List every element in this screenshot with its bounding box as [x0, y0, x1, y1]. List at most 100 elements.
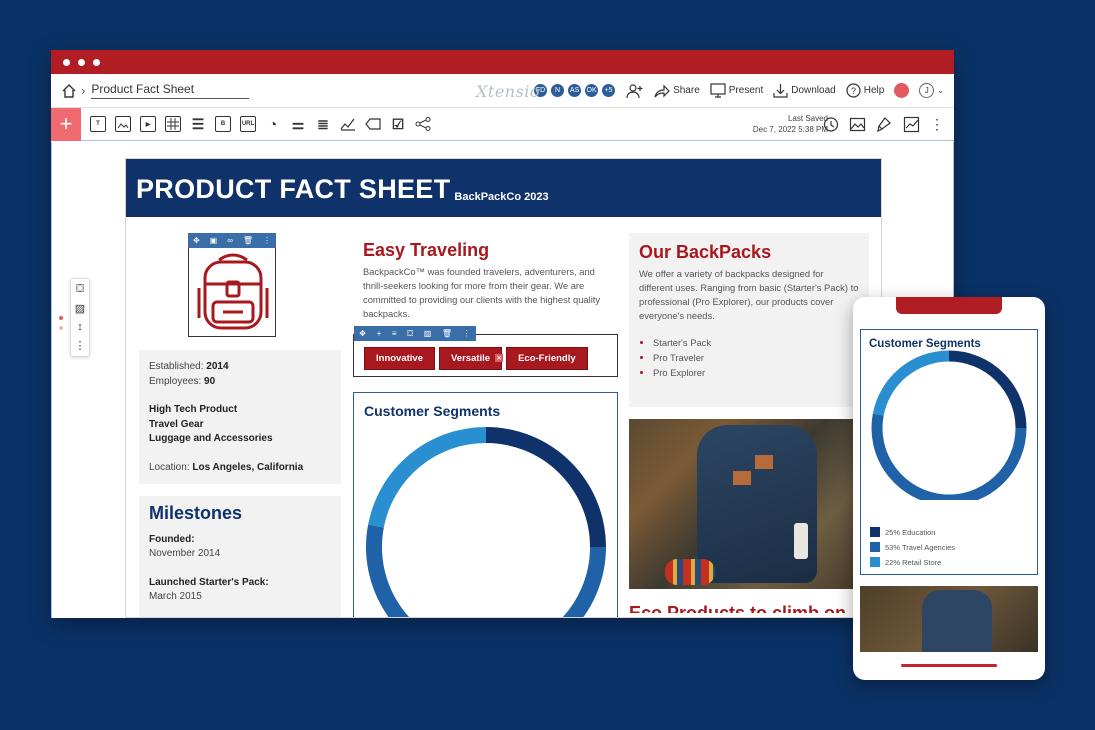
customer-segments-card[interactable]: Customer Segments: [353, 392, 618, 618]
chevron-down-icon: ⌄: [937, 86, 944, 95]
page-dot[interactable]: [59, 326, 63, 330]
established-value: 2014: [206, 361, 229, 372]
add-user-icon[interactable]: [626, 83, 644, 99]
company-info-box[interactable]: Established: 2014 Employees: 90 High Tec…: [139, 350, 341, 484]
tag-innovative[interactable]: Innovative: [364, 347, 435, 370]
bar-chart-block-icon[interactable]: ≣: [315, 116, 331, 132]
easy-traveling-title[interactable]: Easy Traveling: [363, 240, 618, 261]
tag-versatile[interactable]: Versatile ✕: [439, 347, 504, 370]
user-menu[interactable]: J ⌄: [919, 83, 944, 98]
paint-icon[interactable]: [876, 116, 893, 133]
line-chart-block-icon[interactable]: [340, 116, 356, 132]
segments-slice-travel-agencies[interactable]: [366, 524, 606, 618]
tag-block-icon[interactable]: [365, 116, 381, 132]
share-button[interactable]: Share: [654, 84, 700, 98]
notification-bell-icon[interactable]: [894, 83, 910, 98]
checklist-block-icon[interactable]: ☑: [390, 116, 406, 132]
add-icon[interactable]: +: [377, 329, 382, 338]
next-section-heading[interactable]: Eco Products to climb on: [629, 603, 869, 613]
url-block-icon[interactable]: URL: [240, 116, 256, 132]
milestone-label: Founded:: [149, 533, 195, 545]
backpacks-body: We offer a variety of backpacks designed…: [639, 268, 859, 321]
image-icon[interactable]: ▣: [210, 236, 218, 245]
analytics-icon[interactable]: [903, 116, 920, 133]
trash-icon[interactable]: 🗑: [442, 329, 452, 338]
backpack-photo[interactable]: [629, 419, 856, 589]
paint-bucket-icon[interactable]: ⛋: [76, 283, 84, 296]
category-item: High Tech Product: [149, 404, 238, 415]
category-item: Luggage and Accessories: [149, 433, 273, 444]
segments-slice-education[interactable]: [485, 427, 606, 548]
user-avatar: J: [919, 83, 935, 98]
window-dot[interactable]: [78, 58, 85, 66]
tag-eco-friendly[interactable]: Eco-Friendly: [506, 347, 588, 370]
more-options-icon[interactable]: ⋮: [930, 116, 944, 133]
diagram-block-icon[interactable]: [415, 116, 431, 132]
table-block-icon[interactable]: [165, 116, 181, 132]
move-icon[interactable]: ✥: [359, 329, 366, 338]
move-icon[interactable]: ✥: [193, 236, 200, 245]
mobile-customer-segments-card[interactable]: Customer Segments 25% Education 53% Trave…: [860, 329, 1038, 575]
remove-tag-icon[interactable]: ✕: [495, 354, 504, 362]
easy-traveling-body[interactable]: BackpackCo™ was founded travelers, adven…: [363, 265, 608, 321]
page-title[interactable]: PRODUCT FACT SHEET: [136, 176, 450, 203]
pattern-icon[interactable]: ▨: [75, 302, 85, 315]
pattern-icon[interactable]: ▨: [424, 329, 432, 338]
tags-block[interactable]: ✥ + ≡ ⛋ ▨ 🗑 ⋮ Innovative Versatile ✕ Eco…: [353, 326, 618, 377]
present-button[interactable]: Present: [710, 83, 763, 98]
home-icon[interactable]: [61, 83, 77, 99]
mobile-segments-slice-education[interactable]: [948, 350, 1027, 429]
avatar[interactable]: AS: [567, 83, 583, 98]
mobile-segments-slice-travel-agencies[interactable]: [871, 413, 1027, 500]
button-block-icon[interactable]: B: [215, 116, 231, 132]
window-dot[interactable]: [63, 58, 70, 66]
add-block-button[interactable]: +: [51, 107, 81, 141]
paint-bucket-icon[interactable]: ⛋: [407, 329, 413, 339]
legend-swatch: [870, 527, 880, 537]
image-gallery-icon[interactable]: [849, 116, 866, 133]
backpacks-title: Our BackPacks: [639, 242, 772, 262]
image-block-icon[interactable]: [115, 116, 131, 132]
align-icon[interactable]: ≡: [392, 329, 397, 338]
avatar[interactable]: N: [550, 83, 566, 98]
brand-logo: Xtensio: [476, 82, 541, 101]
text-block-icon[interactable]: T: [90, 116, 106, 132]
milestones-box[interactable]: Milestones Founded: November 2014 Launch…: [139, 496, 341, 617]
list-block-icon[interactable]: ☰: [190, 116, 206, 132]
established-row: Established: 2014: [149, 360, 331, 375]
photo-patch: [733, 471, 751, 485]
history-icon[interactable]: [822, 116, 839, 133]
document-title-input[interactable]: Product Fact Sheet: [91, 82, 250, 99]
help-button[interactable]: ? Help: [846, 83, 884, 98]
page-indicator: [59, 316, 63, 330]
middle-column: Easy Traveling BackpackCo™ was founded t…: [353, 233, 618, 618]
download-button[interactable]: Download: [773, 83, 836, 98]
employees-label: Employees:: [149, 375, 202, 387]
resize-vertical-icon[interactable]: ↕: [77, 321, 83, 333]
mobile-backpack-photo[interactable]: [860, 586, 1038, 652]
more-options-icon[interactable]: ⋮: [463, 329, 471, 338]
more-options-icon[interactable]: ⋮: [75, 339, 86, 352]
trash-icon[interactable]: 🗑: [243, 236, 253, 245]
backpacks-box[interactable]: Our BackPacks We offer a variety of back…: [629, 233, 869, 407]
avatar[interactable]: OK: [584, 83, 600, 98]
segments-slice-retail-store[interactable]: [368, 427, 487, 528]
page-subtitle[interactable]: BackPackCo 2023: [454, 191, 548, 203]
mobile-segments-slice-retail-store[interactable]: [872, 350, 950, 416]
right-column: Our BackPacks We offer a variety of back…: [629, 233, 869, 613]
page-dot[interactable]: [59, 316, 63, 320]
more-options-icon[interactable]: ⋮: [263, 236, 271, 245]
sliders-block-icon[interactable]: ⚌: [290, 116, 306, 132]
link-icon[interactable]: ∞: [227, 236, 233, 245]
avatar-more[interactable]: +5: [601, 83, 617, 98]
download-label: Download: [791, 85, 836, 96]
list-item: Pro Explorer: [653, 365, 859, 380]
pie-chart-block-icon[interactable]: ◔: [265, 116, 281, 132]
photo-sleeping-bag: [665, 559, 715, 585]
logo-block[interactable]: ✥ ▣ ∞ 🗑 ⋮: [188, 233, 276, 337]
backpacks-list: Starter's Pack Pro Traveler Pro Explorer: [639, 335, 859, 380]
video-block-icon[interactable]: ▶: [140, 116, 156, 132]
window-dot[interactable]: [93, 58, 100, 66]
employees-value: 90: [204, 375, 216, 387]
backpack-logo-icon: [188, 248, 276, 337]
